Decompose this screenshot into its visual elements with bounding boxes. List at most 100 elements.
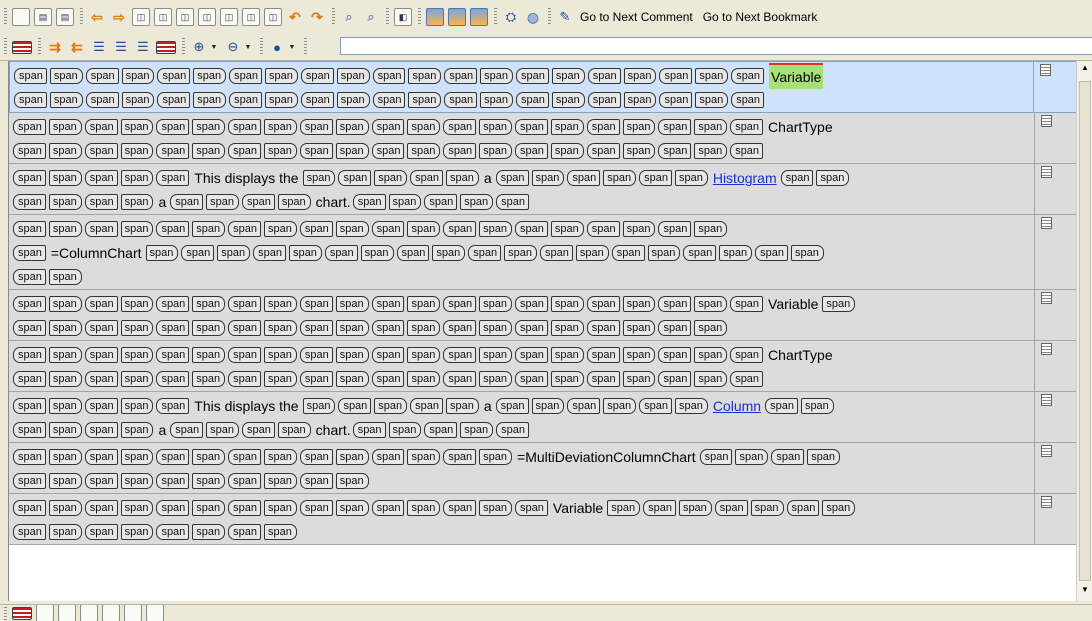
row-marker[interactable]: [1035, 494, 1077, 544]
span-tag[interactable]: span: [643, 500, 676, 516]
span-tag[interactable]: span: [695, 92, 729, 108]
span-tag[interactable]: span: [750, 500, 784, 516]
span-tag[interactable]: span: [479, 347, 513, 363]
span-tag[interactable]: span: [299, 500, 333, 516]
row-content[interactable]: span span span span span This displays the spa…: [9, 392, 1035, 442]
span-tag[interactable]: span: [84, 221, 118, 237]
span-tag[interactable]: span: [567, 398, 601, 414]
span-tag[interactable]: span: [193, 92, 227, 108]
span-tag[interactable]: span: [120, 170, 154, 186]
span-tag[interactable]: span: [719, 245, 753, 261]
row-content[interactable]: span span span span span span span span span span…: [9, 443, 1035, 493]
span-tag[interactable]: span: [324, 245, 358, 261]
span-tag[interactable]: span: [479, 143, 513, 159]
row-content[interactable]: span span span span span span span span span span…: [10, 62, 1035, 112]
span-tag[interactable]: span: [156, 524, 190, 540]
bottom-icon-1[interactable]: [36, 605, 54, 621]
span-tag[interactable]: span: [587, 68, 621, 84]
span-tag[interactable]: span: [586, 320, 620, 336]
indent-icon[interactable]: ⇉: [46, 38, 64, 56]
span-tag[interactable]: span: [550, 371, 584, 387]
span-tag[interactable]: span: [496, 194, 529, 210]
document-icon-6[interactable]: ◫: [242, 8, 260, 26]
scroll-up-icon[interactable]: ▲: [1079, 63, 1091, 77]
row-text[interactable]: Variable: [768, 292, 818, 316]
span-tag[interactable]: span: [407, 296, 441, 312]
table-row[interactable]: span span span span span span span span span span…: [9, 443, 1077, 494]
span-tag[interactable]: span: [336, 92, 370, 108]
span-tag[interactable]: span: [694, 119, 728, 135]
span-tag[interactable]: span: [550, 119, 584, 135]
span-tag[interactable]: span: [120, 194, 154, 210]
span-tag[interactable]: span: [374, 398, 408, 414]
span-tag[interactable]: span: [13, 245, 46, 261]
span-tag[interactable]: span: [695, 68, 729, 84]
span-tag[interactable]: span: [84, 500, 118, 516]
span-tag[interactable]: span: [371, 296, 405, 312]
span-tag[interactable]: span: [371, 320, 405, 336]
span-tag[interactable]: span: [228, 143, 262, 159]
span-tag[interactable]: span: [156, 296, 190, 312]
span-tag[interactable]: span: [336, 68, 370, 84]
span-tag[interactable]: span: [694, 143, 728, 159]
span-tag[interactable]: span: [352, 422, 386, 438]
span-tag[interactable]: span: [13, 296, 46, 312]
span-tag[interactable]: span: [228, 119, 262, 135]
span-tag[interactable]: span: [120, 143, 154, 159]
note-icon[interactable]: [1041, 115, 1052, 127]
zoom-in-icon[interactable]: ⊕: [190, 38, 208, 56]
span-tag[interactable]: span: [156, 170, 190, 186]
span-tag[interactable]: span: [84, 398, 118, 414]
span-tag[interactable]: span: [157, 68, 191, 84]
span-tag[interactable]: span: [658, 119, 692, 135]
row-content[interactable]: span span span span span span span span span span…: [9, 215, 1035, 289]
span-tag[interactable]: span: [603, 170, 637, 186]
span-tag[interactable]: span: [48, 269, 82, 285]
span-tag[interactable]: span: [683, 245, 717, 261]
span-tag[interactable]: span: [84, 320, 118, 336]
span-tag[interactable]: span: [14, 92, 47, 108]
span-tag[interactable]: span: [120, 347, 154, 363]
span-tag[interactable]: span: [658, 371, 692, 387]
span-tag[interactable]: span: [120, 398, 154, 414]
span-tag[interactable]: span: [192, 320, 226, 336]
note-icon[interactable]: [1041, 445, 1052, 457]
span-tag[interactable]: span: [228, 371, 262, 387]
flag-icon-2[interactable]: [156, 40, 176, 54]
span-tag[interactable]: span: [786, 500, 820, 516]
span-tag[interactable]: span: [265, 92, 298, 108]
span-tag[interactable]: span: [603, 398, 637, 414]
span-tag[interactable]: span: [192, 296, 226, 312]
validate-icon[interactable]: ⛭: [502, 8, 520, 26]
span-tag[interactable]: span: [13, 422, 46, 438]
span-tag[interactable]: span: [264, 473, 297, 489]
span-tag[interactable]: span: [335, 320, 369, 336]
span-tag[interactable]: span: [121, 68, 155, 84]
align-icon-3[interactable]: ☰: [134, 38, 152, 56]
document-icon-7[interactable]: ◫: [264, 8, 282, 26]
span-tag[interactable]: span: [407, 500, 441, 516]
span-tag[interactable]: span: [586, 119, 620, 135]
span-tag[interactable]: span: [480, 92, 514, 108]
span-tag[interactable]: span: [424, 194, 458, 210]
span-tag[interactable]: span: [515, 500, 548, 516]
span-tag[interactable]: span: [479, 371, 513, 387]
span-tag[interactable]: span: [264, 371, 297, 387]
span-tag[interactable]: span: [755, 245, 788, 261]
span-tag[interactable]: span: [217, 245, 251, 261]
forward-arrow-icon[interactable]: ⇨: [110, 8, 128, 26]
span-tag[interactable]: span: [13, 500, 46, 516]
span-tag[interactable]: span: [170, 194, 204, 210]
span-tag[interactable]: span: [515, 347, 548, 363]
span-tag[interactable]: span: [229, 68, 263, 84]
span-tag[interactable]: span: [302, 170, 336, 186]
note-icon[interactable]: [1040, 64, 1052, 76]
span-tag[interactable]: span: [658, 296, 692, 312]
span-tag[interactable]: span: [550, 221, 584, 237]
toolbar-grip[interactable]: [4, 8, 7, 26]
row-content[interactable]: span span span span span span span span span span…: [9, 290, 1035, 340]
span-tag[interactable]: span: [84, 449, 118, 465]
browser-icon[interactable]: ◍: [524, 8, 542, 26]
span-tag[interactable]: span: [299, 371, 333, 387]
row-content[interactable]: span span span span span This displays the spa…: [9, 164, 1035, 214]
